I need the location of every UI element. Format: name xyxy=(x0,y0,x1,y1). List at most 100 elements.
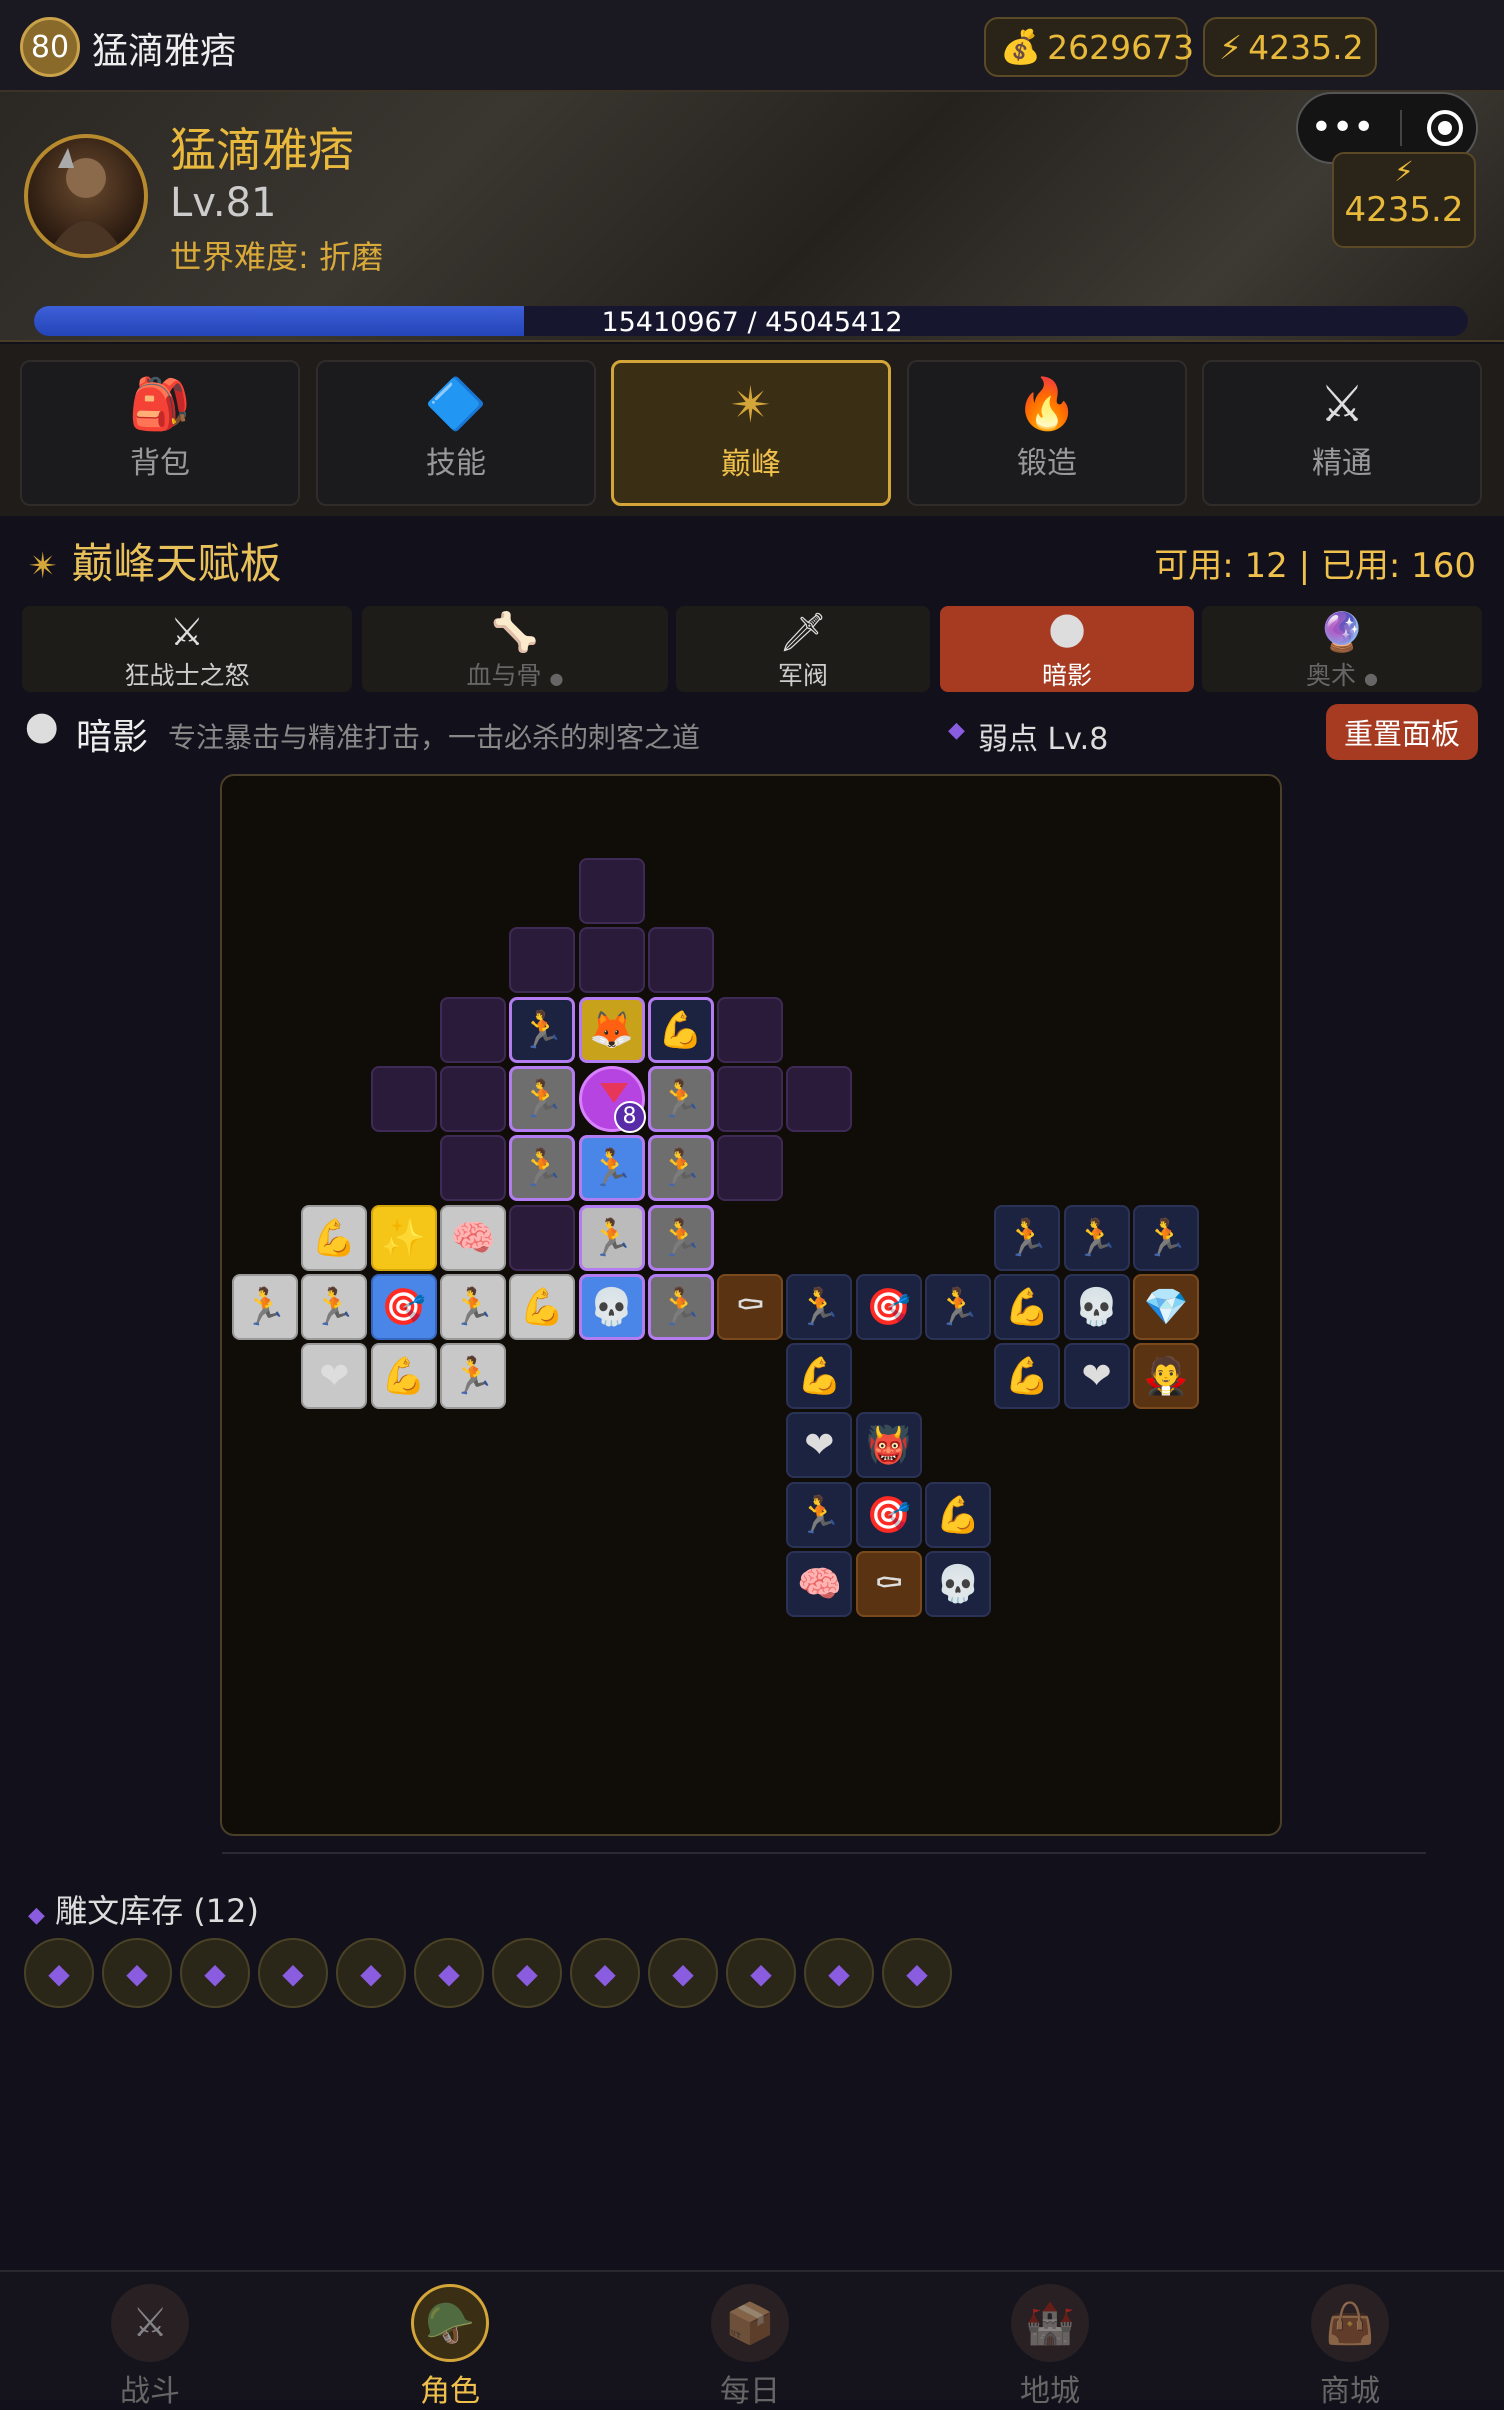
xp-text: 15410967 / 45045412 xyxy=(601,307,903,338)
board-tab-berserker[interactable]: ⚔ 狂战士之怒 xyxy=(22,606,352,692)
dexterity-node[interactable]: 🏃 xyxy=(509,1135,576,1202)
nav-battle[interactable]: ⚔ 战斗 xyxy=(0,2272,300,2409)
backpack-icon: 🎒 xyxy=(128,375,192,433)
nav-character[interactable]: 🪖 角色 xyxy=(300,2272,600,2409)
dexterity-node[interactable]: 🏃 xyxy=(439,1273,506,1340)
lock-dot-icon: ● xyxy=(1364,669,1378,688)
dexterity-node[interactable]: 🏃 xyxy=(647,1204,714,1271)
dexterity-node[interactable]: 🏃 xyxy=(647,1135,714,1202)
glyph-stock-item[interactable]: ◆ xyxy=(24,1938,94,2008)
empty-node[interactable] xyxy=(578,858,645,924)
board-tab-warlord[interactable]: 🗡 军阀 xyxy=(676,606,930,692)
dexterity-node[interactable]: 🏃 xyxy=(439,1343,506,1410)
strength-node[interactable]: 💪 xyxy=(301,1204,368,1271)
empty-node[interactable] xyxy=(439,1135,506,1202)
empty-node[interactable] xyxy=(439,996,506,1063)
nav-daily[interactable]: 📦 每日 xyxy=(600,2272,900,2409)
glyph-stock-item[interactable]: ◆ xyxy=(258,1938,328,2008)
intelligence-node[interactable]: 🧠 xyxy=(439,1204,506,1271)
dexterity-node[interactable]: 🏃 xyxy=(578,1204,645,1271)
dexterity-node[interactable]: 🏃 xyxy=(301,1273,368,1340)
rare-node[interactable]: ✨ xyxy=(370,1204,437,1271)
tab-backpack[interactable]: 🎒 背包 xyxy=(20,360,300,506)
strength-node[interactable]: 💪 xyxy=(994,1343,1061,1410)
tab-paragon[interactable]: ✴ 巅峰 xyxy=(611,360,891,506)
rare-node[interactable]: 🦊 xyxy=(578,996,645,1063)
legendary-node[interactable]: ⚰ xyxy=(855,1551,922,1617)
nav-dungeon[interactable]: 🏰 地城 xyxy=(900,2272,1200,2409)
empty-node[interactable] xyxy=(717,1135,784,1202)
dexterity-node[interactable]: 🏃 xyxy=(925,1273,991,1340)
gold-display[interactable]: 💰 2629673 xyxy=(984,17,1194,77)
tab-forge[interactable]: 🔥 锻造 xyxy=(907,360,1187,506)
magic-node[interactable]: 🎯 xyxy=(855,1481,922,1548)
glyph-stock-item[interactable]: ◆ xyxy=(180,1938,250,2008)
reset-board-button[interactable]: 重置面板 xyxy=(1326,704,1478,760)
strength-node[interactable]: 💪 xyxy=(925,1481,991,1548)
legendary-node[interactable]: 🧛 xyxy=(1132,1343,1199,1410)
dexterity-node[interactable]: 🏃 xyxy=(1132,1204,1199,1271)
empty-node[interactable] xyxy=(647,927,714,994)
close-target-icon[interactable] xyxy=(1427,110,1464,146)
energy-display[interactable]: ⚡ 4235.2 xyxy=(1203,17,1377,77)
glyph-stock-item[interactable]: ◆ xyxy=(414,1938,484,2008)
nav-shop[interactable]: 👜 商城 xyxy=(1200,2272,1500,2409)
tab-skills[interactable]: 🔷 技能 xyxy=(316,360,596,506)
more-icon[interactable]: ••• xyxy=(1311,110,1375,146)
lock-dot-icon: ● xyxy=(549,669,564,688)
magic-node[interactable]: 💀 xyxy=(578,1273,645,1340)
avatar[interactable] xyxy=(24,134,148,258)
dexterity-node[interactable]: 🏃 xyxy=(232,1273,298,1340)
dexterity-node[interactable]: 🏃 xyxy=(509,1065,576,1132)
board-tab-shadow[interactable]: 🌑 暗影 xyxy=(940,606,1194,692)
life-node[interactable]: ❤ xyxy=(1063,1343,1130,1410)
board-tab-arcane[interactable]: 🔮 奥术 ● xyxy=(1202,606,1482,692)
intelligence-node[interactable]: 🧠 xyxy=(786,1551,853,1617)
magic-node[interactable]: 💀 xyxy=(925,1551,991,1617)
empty-node[interactable] xyxy=(717,1065,784,1132)
glyph-icon: ◆ xyxy=(28,1903,45,1928)
magic-node[interactable]: 🎯 xyxy=(855,1273,922,1340)
glyph-stock-item[interactable]: ◆ xyxy=(726,1938,796,2008)
empty-node[interactable] xyxy=(509,1204,576,1271)
glyph-stock-item[interactable]: ◆ xyxy=(492,1938,562,2008)
empty-node[interactable] xyxy=(509,927,576,994)
empty-node[interactable] xyxy=(370,1065,437,1132)
empty-node[interactable] xyxy=(786,1065,853,1132)
empty-node[interactable] xyxy=(439,1065,506,1132)
empty-node[interactable] xyxy=(578,927,645,994)
glyph-stock-item[interactable]: ◆ xyxy=(336,1938,406,2008)
magic-node[interactable]: 🏃 xyxy=(578,1135,645,1202)
dexterity-node[interactable]: 🏃 xyxy=(1063,1204,1130,1271)
glyph-stock-item[interactable]: ◆ xyxy=(648,1938,718,2008)
strength-node[interactable]: 💪 xyxy=(370,1343,437,1410)
tab-mastery[interactable]: ⚔ 精通 xyxy=(1202,360,1482,506)
legendary-node[interactable]: 💎 xyxy=(1132,1273,1199,1340)
life-node[interactable]: ❤ xyxy=(301,1343,368,1410)
glyph-stock-item[interactable]: ◆ xyxy=(570,1938,640,2008)
strength-node[interactable]: 💪 xyxy=(647,996,714,1063)
dexterity-node[interactable]: 🏃 xyxy=(647,1065,714,1132)
glyph-stock-item[interactable]: ◆ xyxy=(804,1938,874,2008)
dexterity-node[interactable]: 🏃 xyxy=(786,1481,853,1548)
board-center-node[interactable]: 8 xyxy=(578,1065,646,1133)
strength-node[interactable]: 💪 xyxy=(786,1343,853,1410)
dexterity-node[interactable]: 🏃 xyxy=(786,1273,853,1340)
strength-node[interactable]: 💪 xyxy=(994,1273,1061,1340)
glyph-stock-item[interactable]: ◆ xyxy=(102,1938,172,2008)
divider xyxy=(222,1852,1426,1854)
life-node[interactable]: ❤ xyxy=(786,1412,853,1479)
empty-node[interactable] xyxy=(717,996,784,1063)
gate-node[interactable]: 🏃 xyxy=(647,1273,714,1340)
rare-node[interactable]: 👹 xyxy=(855,1412,922,1479)
dexterity-node[interactable]: 🏃 xyxy=(509,996,576,1063)
magic-node[interactable]: 💀 xyxy=(1063,1273,1130,1340)
strength-node[interactable]: 💪 xyxy=(509,1273,576,1340)
legendary-node[interactable]: ⚰ xyxy=(717,1273,784,1340)
board-tab-blood-bone[interactable]: 🦴 血与骨 ● xyxy=(362,606,668,692)
dexterity-node[interactable]: 🏃 xyxy=(994,1204,1061,1271)
magic-node[interactable]: 🎯 xyxy=(370,1273,437,1340)
glyph-stock-item[interactable]: ◆ xyxy=(882,1938,952,2008)
energy-box[interactable]: ⚡ 4235.2 xyxy=(1332,152,1476,248)
board-tab-label: 奥术 ● xyxy=(1202,656,1482,692)
